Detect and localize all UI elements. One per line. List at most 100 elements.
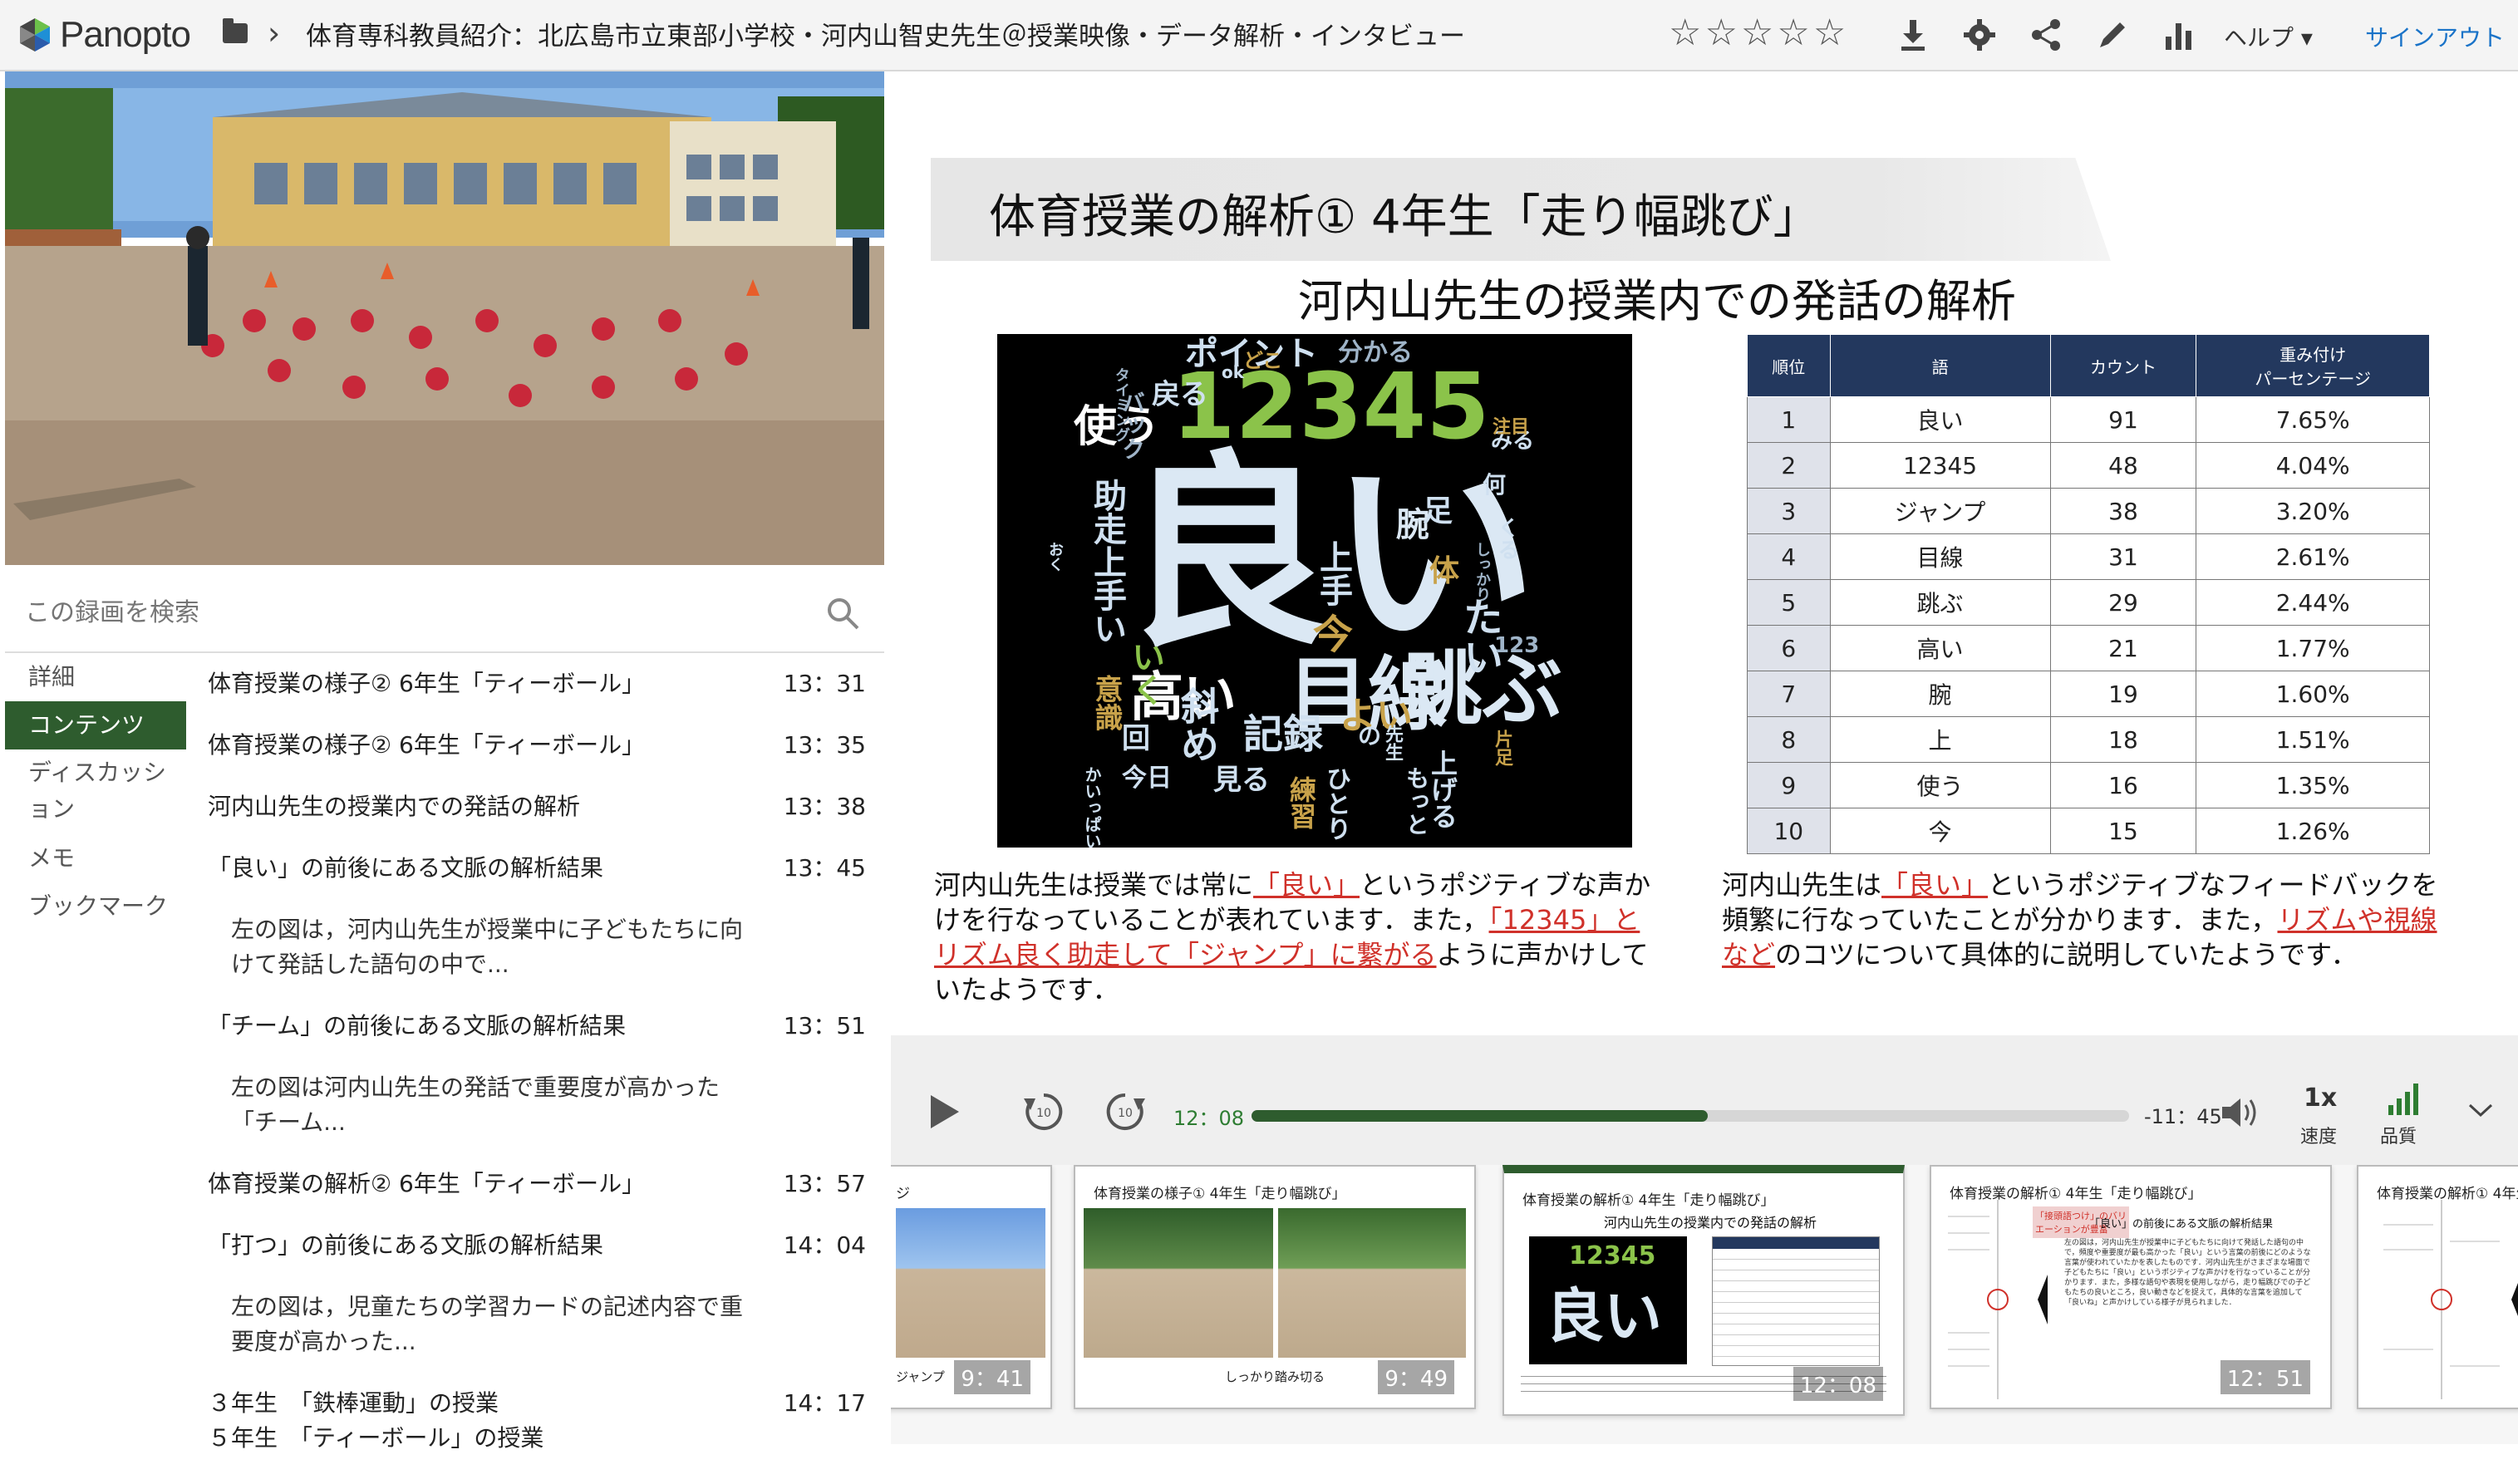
wordcloud-word: 上手: [1314, 540, 1352, 607]
table-header: 語: [1829, 334, 2051, 397]
panopto-logo[interactable]: Panopto: [17, 13, 191, 57]
thumbnail-active[interactable]: 体育授業の解析① 4年生「走り幅跳び」 河内山先生の授業内での発話の解析 123…: [1502, 1165, 1905, 1416]
wordcloud-word: 123: [1494, 633, 1540, 658]
wordcloud-word: たい: [1456, 597, 1502, 676]
table-cell: 7.65%: [2196, 396, 2430, 443]
table-cell: 腕: [1829, 671, 2051, 717]
table-cell: 高い: [1829, 625, 2051, 671]
search-input[interactable]: [23, 590, 775, 635]
rewind-10-icon[interactable]: 10: [1022, 1090, 1065, 1133]
speed-value[interactable]: 1x: [2304, 1084, 2337, 1113]
progress-fill: [1252, 1110, 1709, 1122]
thumbnail[interactable]: 体育授業の解析① 4年生「走: [2357, 1165, 2518, 1409]
share-icon[interactable]: [2028, 17, 2064, 53]
list-item[interactable]: 左の図は，児童たちの学習カードの記述内容で重要度が高かった...: [188, 1276, 886, 1373]
list-item[interactable]: 体育授業の様子② 6年生「ティーボール」 13：35: [188, 715, 886, 776]
caption-highlight: 「良い」: [1253, 869, 1360, 901]
list-item[interactable]: ３年生 「鉄棒運動」の授業 ５年生 「ティーボール」の授業 14：17: [188, 1373, 886, 1469]
star-icon[interactable]: ☆: [1813, 12, 1846, 54]
table-cell: 1.77%: [2196, 625, 2430, 671]
thumbnail-subtitle: 河内山先生の授業内での発話の解析: [1604, 1215, 1817, 1231]
list-item[interactable]: 体育授業の解析② 6年生「ティーボール」 13：57: [188, 1153, 886, 1215]
table-cell: 1.60%: [2196, 671, 2430, 717]
word-cloud: 良い 12345 目線 跳ぶ 高い 使う ポイント 分かる 戻る 助走上手い 記録 よい 上げる たい今み…: [997, 334, 1632, 848]
thumbnail[interactable]: 体育授業の解析① 4年生「走り幅跳び」 「接頭語つけ」のバリエーションが豊富 「…: [1930, 1165, 2332, 1409]
table-cell: 跳ぶ: [1829, 579, 2051, 626]
table-cell: 1.26%: [2196, 808, 2430, 854]
table-row: 3 ジャンプ 38 3.20%: [1747, 488, 2430, 534]
wordcloud-word: どこ: [1243, 349, 1283, 372]
thumbnail-caption: ジャンプ: [896, 1369, 945, 1384]
gear-icon[interactable]: [1961, 17, 1998, 53]
wordcloud-word: 回: [1122, 722, 1150, 755]
wordcloud-word: バック: [1119, 391, 1146, 460]
wordcloud-word: かいっぱい: [1082, 766, 1102, 848]
list-item-title: 「打つ」の前後にある文脈の解析結果: [208, 1231, 604, 1259]
thumbnail[interactable]: ジ ジャンプ 9：41: [891, 1165, 1052, 1409]
thumbnail-subtitle: 「良い」の前後にある文脈の解析結果: [2089, 1218, 2274, 1231]
list-item[interactable]: 体育授業の様子② 6年生「ティーボール」 13：31: [188, 653, 886, 715]
table-cell: 12345: [1829, 442, 2051, 489]
star-icon[interactable]: ☆: [1669, 12, 1701, 54]
table-cell: 1: [1747, 396, 1831, 443]
camera-video[interactable]: [5, 71, 884, 565]
tab-discussion[interactable]: ディスカッション: [5, 749, 186, 834]
table-cell: 7: [1747, 671, 1831, 717]
chevron-down-icon[interactable]: [2468, 1102, 2493, 1118]
table-cell: 1.35%: [2196, 762, 2430, 808]
star-icon[interactable]: ☆: [1777, 12, 1809, 54]
star-icon[interactable]: ☆: [1741, 12, 1773, 54]
search-icon[interactable]: [824, 595, 861, 631]
table-cell: 4.04%: [2196, 442, 2430, 489]
wordcloud-word: 助走上手い: [1088, 479, 1126, 645]
current-time: 12：08: [1173, 1107, 1245, 1130]
thumbnail[interactable]: 体育授業の様子① 4年生「走り幅跳び」 しっかり踏み切る 9：49: [1074, 1165, 1476, 1409]
thumbnail-time: 12：51: [2220, 1360, 2310, 1394]
tab-bookmarks[interactable]: ブックマーク: [5, 882, 186, 931]
forward-10-icon[interactable]: 10: [1104, 1090, 1147, 1133]
logo-text: Panopto: [60, 14, 191, 55]
table-cell: 15: [2049, 808, 2197, 854]
list-item[interactable]: 河内山先生の授業内での発話の解析 13：38: [188, 776, 886, 838]
wordcloud-word: くる: [1494, 517, 1519, 560]
thumbnail-time: 9：49: [1378, 1360, 1454, 1394]
wordcloud-word: 戻る: [1152, 378, 1208, 411]
list-item[interactable]: 「打つ」の前後にある文脈の解析結果 14：04: [188, 1215, 886, 1276]
download-icon[interactable]: [1895, 17, 1931, 53]
wordcloud-word: おく: [1046, 542, 1064, 572]
progress-bar[interactable]: [1252, 1110, 2129, 1122]
wordcloud-word: 今日: [1122, 764, 1172, 793]
help-menu[interactable]: ヘルプ ▾: [2224, 20, 2313, 53]
table-cell: 18: [2049, 716, 2197, 763]
side-tabs: 詳細 コンテンツ ディスカッション メモ ブックマーク: [5, 653, 186, 931]
volume-icon[interactable]: [2220, 1095, 2262, 1130]
slide-view[interactable]: 体育授業の解析① 4年生「走り幅跳び」 河内山先生の授業内での発話の解析 良い 1…: [891, 71, 2518, 1035]
list-item[interactable]: 「チーム」の前後にある文脈の解析結果 13：51: [188, 995, 886, 1057]
star-icon[interactable]: ☆: [1704, 12, 1737, 54]
table-cell: 3.20%: [2196, 488, 2430, 534]
rating-stars[interactable]: ☆ ☆ ☆ ☆ ☆: [1669, 12, 1846, 54]
list-item[interactable]: 「良い」の前後にある文脈の解析結果 13：45: [188, 838, 886, 899]
quality-label: 品質: [2380, 1127, 2417, 1147]
tab-details[interactable]: 詳細: [5, 653, 186, 701]
quality-icon[interactable]: [2387, 1082, 2422, 1115]
tab-contents[interactable]: コンテンツ: [5, 701, 186, 749]
signout-link[interactable]: サインアウト: [2365, 20, 2505, 53]
list-item[interactable]: 左の図は，河内山先生が授業中に子どもたちに向けて発話した語句の中で...: [188, 899, 886, 995]
pencil-icon[interactable]: [2094, 17, 2131, 53]
top-bar: Panopto › 体育専科教員紹介：北広島市立東部小学校・河内山智史先生＠授業…: [0, 0, 2518, 71]
list-item-title: 「良い」の前後にある文脈の解析結果: [208, 854, 604, 882]
table-cell: 29: [2049, 579, 2197, 626]
list-item-title: 体育授業の様子② 6年生「ティーボール」: [208, 670, 646, 697]
list-item[interactable]: 左の図は河内山先生の発話で重要度が高かった「チーム...: [188, 1057, 886, 1153]
table-cell: 19: [2049, 671, 2197, 717]
thumbnail-wordcloud: 12345 良い: [1529, 1236, 1687, 1364]
list-item-title: 「チーム」の前後にある文脈の解析結果: [208, 1012, 627, 1039]
table-cell: ジャンプ: [1829, 488, 2051, 534]
wordcloud-word: の: [1358, 722, 1382, 749]
stats-icon[interactable]: [2161, 17, 2197, 53]
slide-subtitle: 河内山先生の授業内での発話の解析: [1298, 275, 2016, 327]
folder-icon[interactable]: [223, 18, 248, 43]
play-icon[interactable]: [927, 1093, 961, 1130]
tab-notes[interactable]: メモ: [5, 834, 186, 882]
